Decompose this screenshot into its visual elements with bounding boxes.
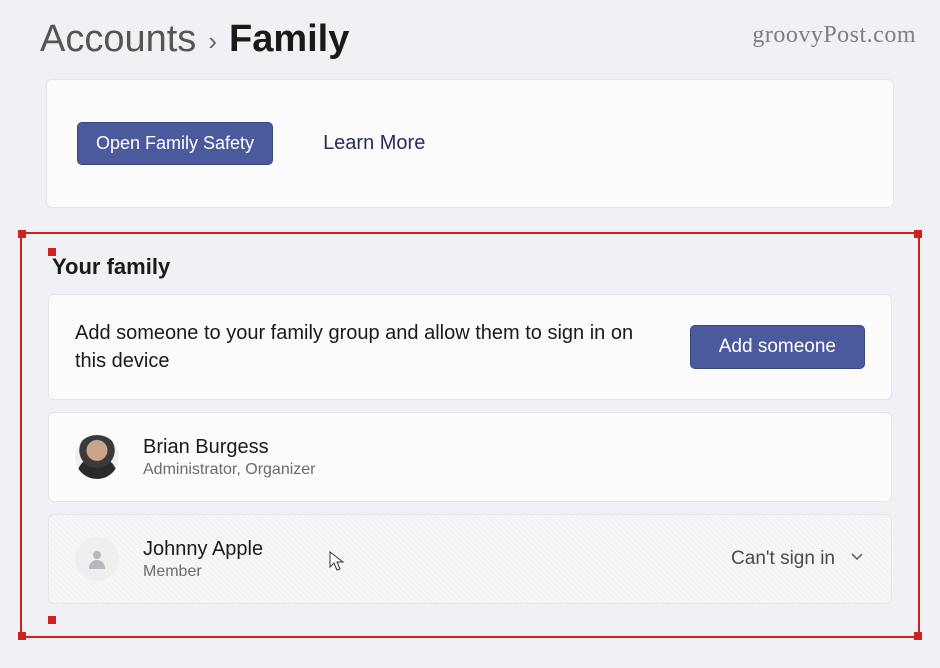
member-info: Brian Burgess Administrator, Organizer	[143, 436, 316, 479]
member-role: Member	[143, 563, 263, 581]
member-name: Brian Burgess	[143, 436, 316, 459]
family-member-row[interactable]: Johnny Apple Member Can't sign in	[48, 514, 892, 604]
family-safety-card: Open Family Safety Learn More	[46, 79, 894, 208]
breadcrumb-current: Family	[229, 18, 349, 61]
avatar	[75, 435, 119, 479]
member-info: Johnny Apple Member	[143, 538, 263, 581]
learn-more-link[interactable]: Learn More	[323, 132, 425, 155]
avatar	[75, 537, 119, 581]
watermark: groovyPost.com	[752, 22, 916, 49]
add-someone-button[interactable]: Add someone	[690, 325, 865, 369]
member-name: Johnny Apple	[143, 538, 263, 561]
member-status-text: Can't sign in	[731, 548, 835, 570]
add-someone-description: Add someone to your family group and all…	[75, 319, 690, 375]
chevron-right-icon: ›	[208, 26, 217, 57]
your-family-title: Your family	[52, 254, 892, 280]
add-someone-card: Add someone to your family group and all…	[48, 294, 892, 400]
open-family-safety-button[interactable]: Open Family Safety	[77, 122, 273, 165]
user-icon	[85, 547, 109, 571]
member-status-dropdown[interactable]: Can't sign in	[731, 548, 865, 570]
breadcrumb-parent[interactable]: Accounts	[40, 18, 196, 61]
your-family-section: Your family Add someone to your family g…	[20, 232, 920, 638]
chevron-down-icon	[849, 548, 865, 570]
family-member-row[interactable]: Brian Burgess Administrator, Organizer	[48, 412, 892, 502]
member-role: Administrator, Organizer	[143, 461, 316, 479]
cursor-icon	[329, 551, 347, 573]
